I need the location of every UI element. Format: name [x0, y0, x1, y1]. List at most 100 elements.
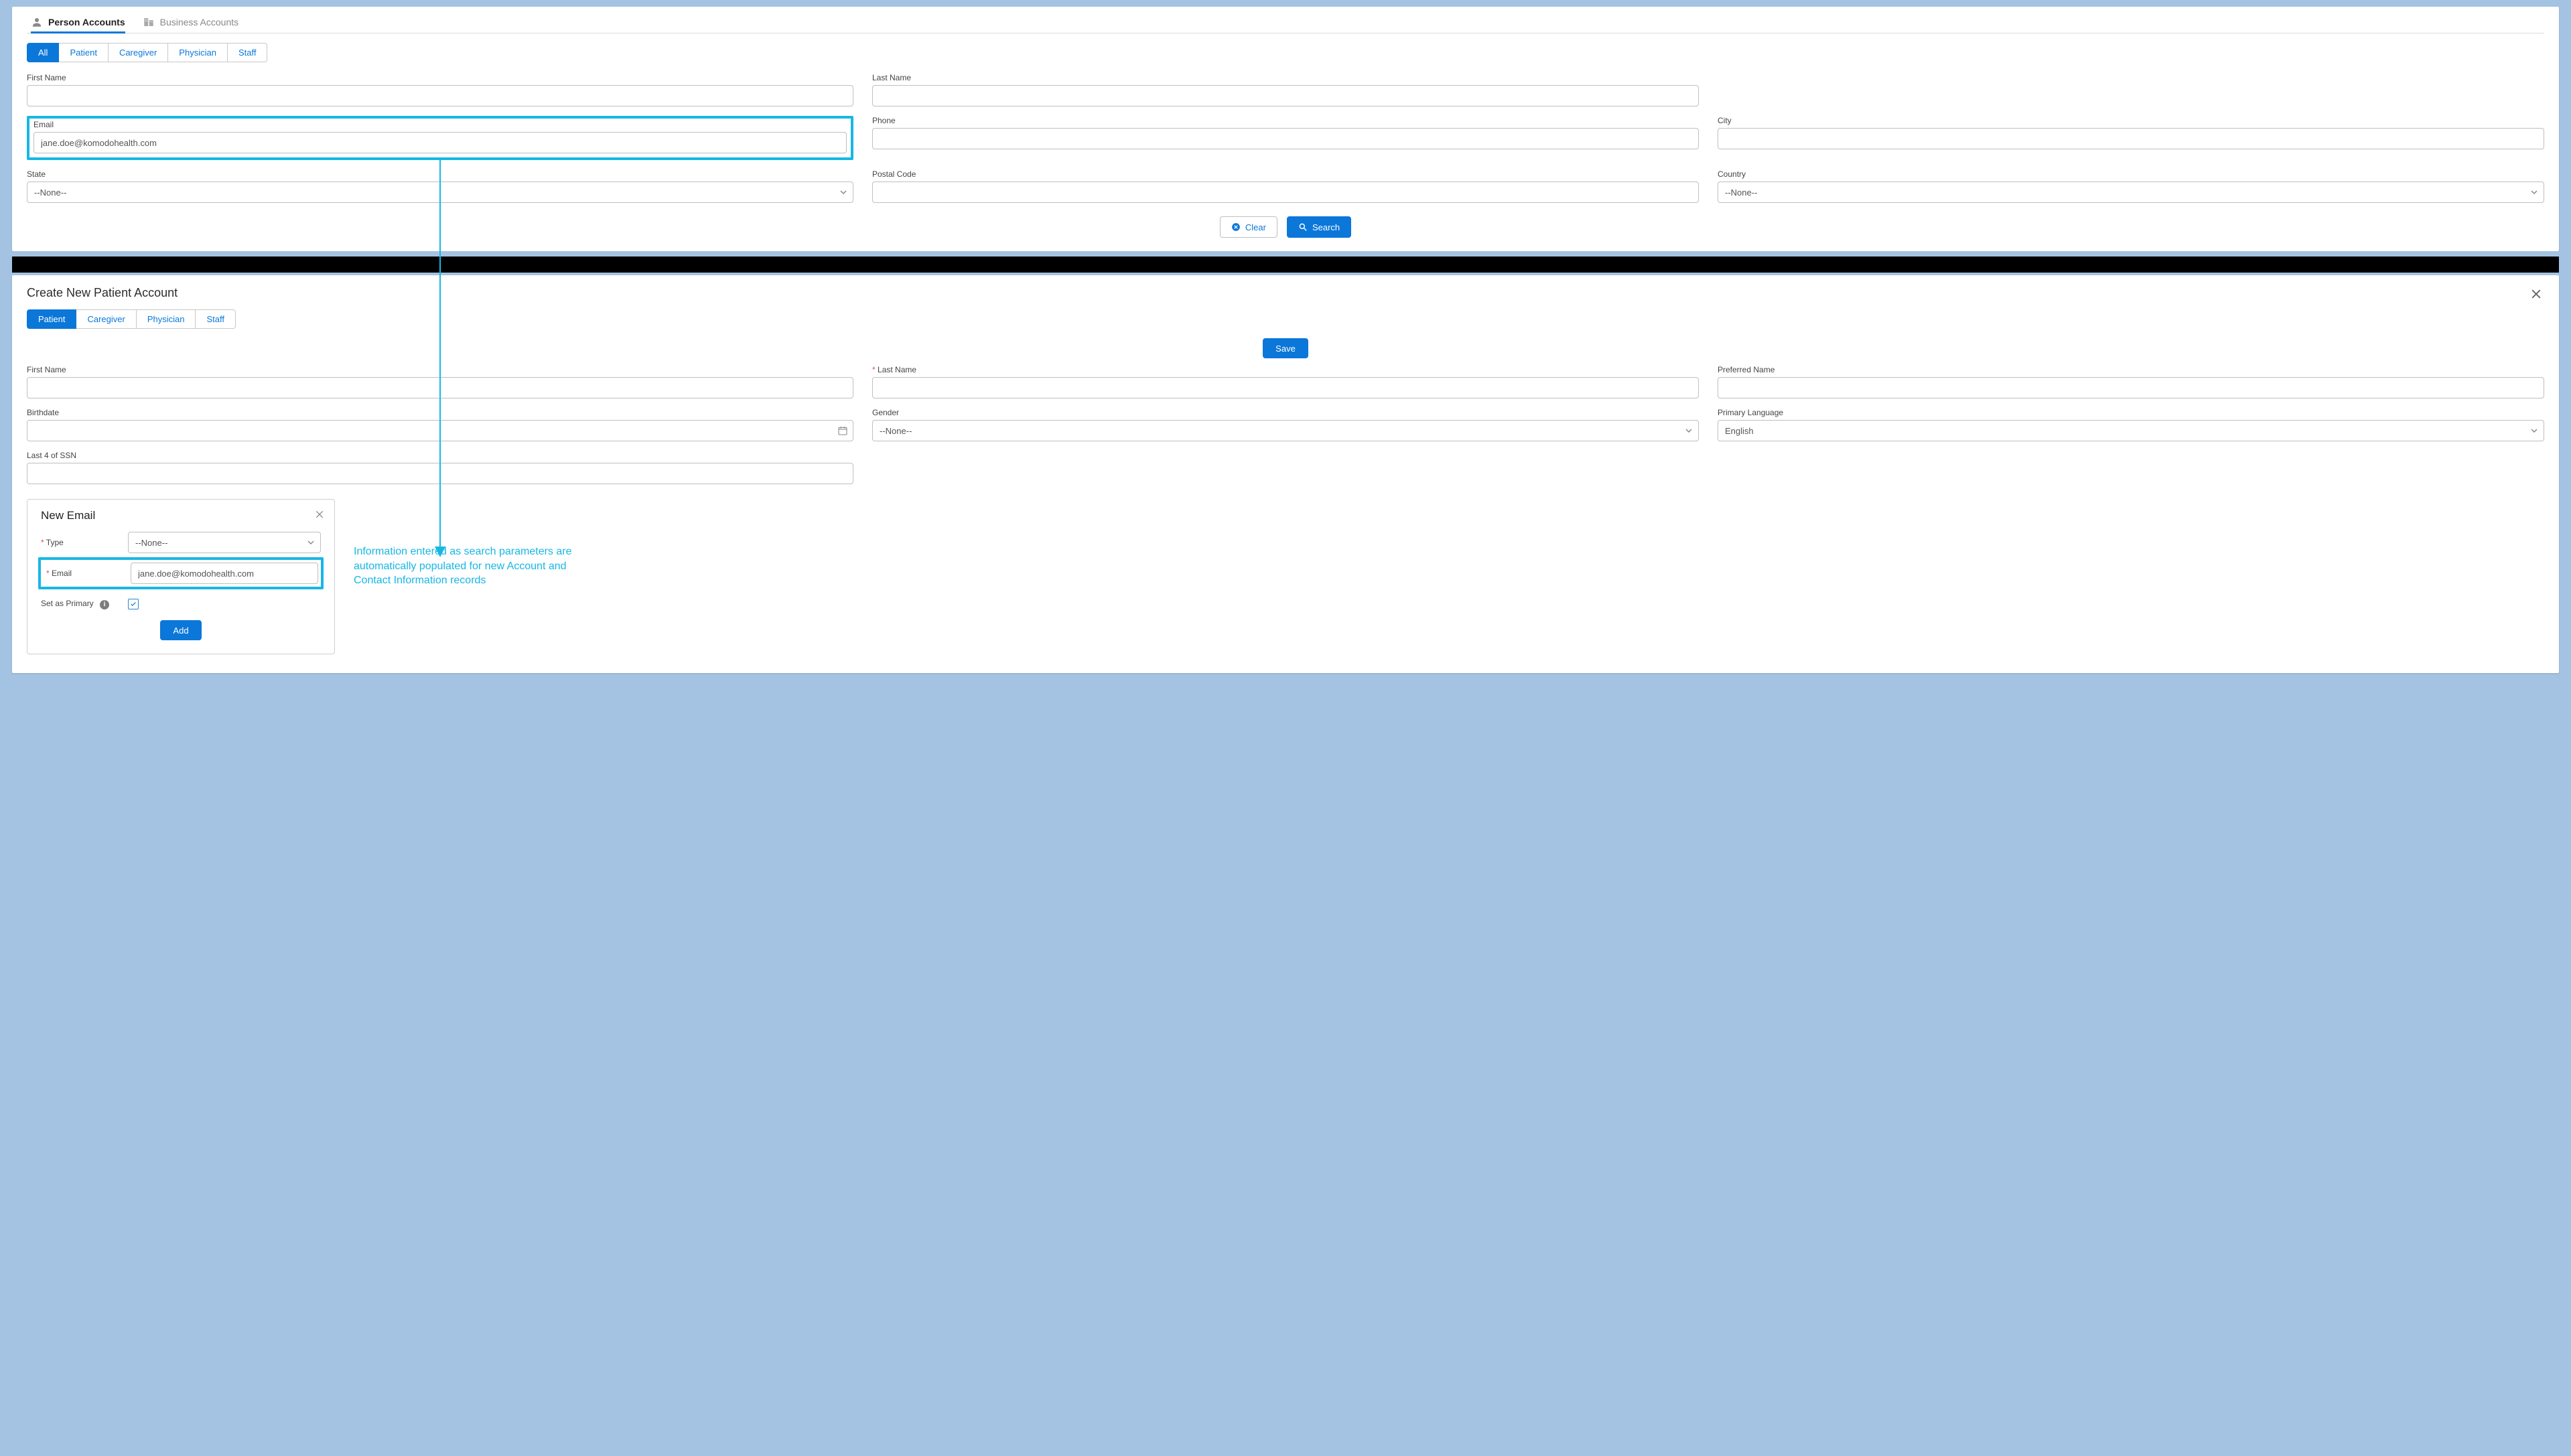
country-value: --None-- — [1725, 188, 1757, 198]
clear-button[interactable]: Clear — [1220, 216, 1277, 238]
create-tab-staff[interactable]: Staff — [196, 309, 236, 329]
label: Gender — [872, 408, 1699, 417]
label: Last 4 of SSN — [27, 451, 853, 460]
subtab-physician[interactable]: Physician — [168, 43, 228, 62]
label: Birthdate — [27, 408, 853, 417]
building-icon — [143, 16, 155, 28]
last-name-input[interactable] — [872, 85, 1699, 106]
label: Email — [44, 569, 131, 578]
label: Email — [33, 120, 847, 129]
tab-person-accounts[interactable]: Person Accounts — [31, 16, 125, 29]
field-preferred-name: Preferred Name — [1718, 365, 2544, 398]
field-postal: Postal Code — [872, 169, 1699, 203]
panel-title: Create New Patient Account — [27, 286, 2544, 300]
button-label: Save — [1275, 344, 1296, 354]
language-value: English — [1725, 426, 1754, 436]
card-close-button[interactable] — [314, 509, 325, 520]
field-city: City — [1718, 116, 2544, 160]
field-country: Country --None-- — [1718, 169, 2544, 203]
first-name-input[interactable] — [27, 85, 853, 106]
field-last-name: Last Name — [872, 73, 1699, 106]
state-value: --None-- — [34, 188, 66, 198]
field-ssn: Last 4 of SSN — [27, 451, 853, 484]
label: Postal Code — [872, 169, 1699, 179]
gender-value: --None-- — [880, 426, 912, 436]
gender-select[interactable]: --None-- — [872, 420, 1699, 441]
email-type-value: --None-- — [135, 538, 167, 548]
subtab-patient[interactable]: Patient — [59, 43, 108, 62]
create-account-panel: Create New Patient Account Patient Careg… — [12, 275, 2559, 673]
label: Primary Language — [1718, 408, 2544, 417]
field-state: State --None-- — [27, 169, 853, 203]
ssn-input[interactable] — [27, 463, 853, 484]
label: State — [27, 169, 853, 179]
annotation-text: Information entered as search parameters… — [354, 544, 581, 588]
save-button[interactable]: Save — [1263, 338, 1308, 358]
field-phone: Phone — [872, 116, 1699, 160]
preferred-name-input[interactable] — [1718, 377, 2544, 398]
field-birthdate: Birthdate — [27, 408, 853, 441]
subtab-staff[interactable]: Staff — [228, 43, 268, 62]
search-icon — [1298, 222, 1308, 232]
label: Last Name — [872, 73, 1699, 82]
last-name-input[interactable] — [872, 377, 1699, 398]
city-input[interactable] — [1718, 128, 2544, 149]
clear-icon — [1231, 222, 1241, 232]
save-row: Save — [27, 338, 2544, 358]
postal-input[interactable] — [872, 181, 1699, 203]
field-language: Primary Language English — [1718, 408, 2544, 441]
country-select[interactable]: --None-- — [1718, 181, 2544, 203]
label: City — [1718, 116, 2544, 125]
add-button[interactable]: Add — [160, 620, 201, 640]
field-email: Email — [33, 120, 847, 153]
email-type-select[interactable]: --None-- — [128, 532, 321, 553]
primary-checkbox[interactable] — [128, 599, 139, 609]
field-first-name: First Name — [27, 365, 853, 398]
language-select[interactable]: English — [1718, 420, 2544, 441]
state-select[interactable]: --None-- — [27, 181, 853, 203]
create-tab-patient[interactable]: Patient — [27, 309, 76, 329]
tab-label: Business Accounts — [160, 17, 239, 27]
search-actions: Clear Search — [27, 216, 2544, 238]
button-label: Search — [1312, 222, 1340, 232]
label: Last Name — [872, 365, 1699, 374]
calendar-icon[interactable] — [837, 425, 848, 436]
label: First Name — [27, 365, 853, 374]
tab-label: Person Accounts — [48, 17, 125, 27]
label: Country — [1718, 169, 2544, 179]
first-name-input[interactable] — [27, 377, 853, 398]
create-type-tabs: Patient Caregiver Physician Staff — [27, 309, 2544, 329]
subtab-caregiver[interactable]: Caregiver — [109, 43, 168, 62]
info-icon[interactable]: i — [100, 600, 109, 609]
label: Type — [41, 538, 128, 547]
email-highlight: Email — [27, 116, 853, 160]
card-title: New Email — [41, 509, 321, 522]
primary-label-text: Set as Primary — [41, 599, 94, 608]
email-input[interactable] — [33, 132, 847, 153]
tab-business-accounts[interactable]: Business Accounts — [143, 16, 239, 29]
button-label: Clear — [1245, 222, 1266, 232]
search-panel: Person Accounts Business Accounts All Pa… — [12, 7, 2559, 251]
birthdate-input[interactable] — [27, 420, 853, 441]
person-icon — [31, 16, 43, 28]
account-type-tabs: Person Accounts Business Accounts — [27, 9, 2544, 33]
search-button[interactable]: Search — [1287, 216, 1351, 238]
card-email-input[interactable] — [131, 563, 318, 584]
phone-input[interactable] — [872, 128, 1699, 149]
field-first-name: First Name — [27, 73, 853, 106]
label: First Name — [27, 73, 853, 82]
field-gender: Gender --None-- — [872, 408, 1699, 441]
email-highlight: Email — [38, 557, 324, 589]
label: Preferred Name — [1718, 365, 2544, 374]
subtab-all[interactable]: All — [27, 43, 59, 62]
create-tab-physician[interactable]: Physician — [137, 309, 196, 329]
label: Phone — [872, 116, 1699, 125]
new-email-card: New Email Type --None-- Email — [27, 499, 335, 654]
label: Set as Primary i — [41, 599, 128, 609]
create-tab-caregiver[interactable]: Caregiver — [76, 309, 136, 329]
button-label: Add — [173, 626, 188, 636]
divider-band — [12, 257, 2559, 273]
close-button[interactable] — [2529, 287, 2543, 301]
record-type-tabs: All Patient Caregiver Physician Staff — [27, 43, 2544, 62]
field-last-name: Last Name — [872, 365, 1699, 398]
